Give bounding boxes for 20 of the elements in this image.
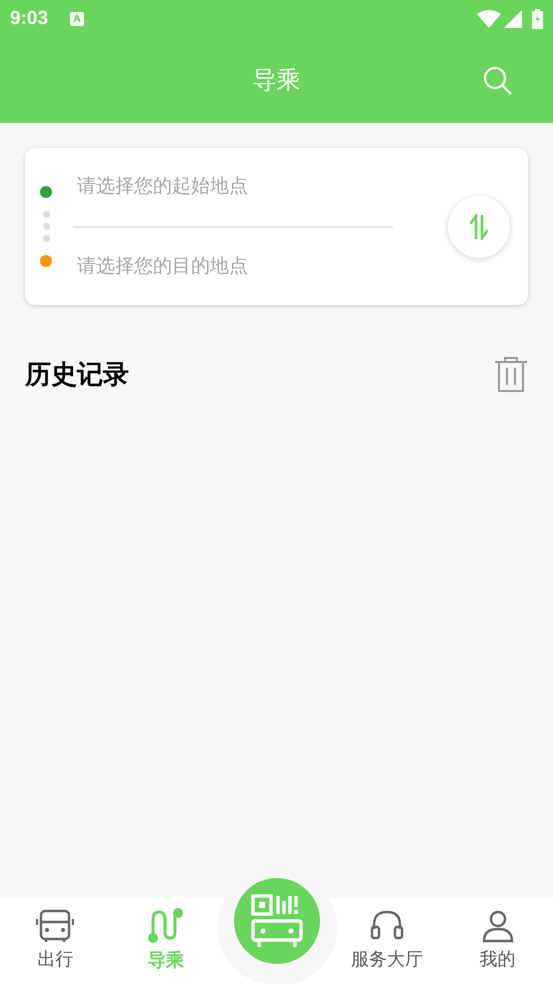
- page-title: 导乘: [252, 66, 300, 96]
- swap-icon: [470, 214, 488, 240]
- user-icon: [480, 909, 515, 943]
- clock: 9:03: [10, 6, 48, 31]
- bus-icon: [36, 909, 74, 943]
- search-icon[interactable]: [483, 66, 513, 96]
- history-title: 历史记录: [25, 358, 129, 391]
- wifi-icon: [477, 10, 501, 28]
- origin-field[interactable]: 请选择您的起始地点: [73, 168, 393, 206]
- nav-tab[interactable]: 我的: [442, 898, 553, 984]
- swap-button[interactable]: [448, 196, 510, 258]
- nav-tab[interactable]: 出行: [0, 898, 111, 984]
- destination-field[interactable]: 请选择您的目的地点: [73, 248, 393, 286]
- keyboard-notification-icon: [70, 12, 84, 26]
- signal-icon: [504, 10, 522, 28]
- nav-tab[interactable]: 服务大厅: [332, 898, 442, 984]
- battery-icon: [532, 9, 543, 29]
- qr-bus-icon: [250, 893, 304, 949]
- trash-icon[interactable]: [494, 356, 528, 392]
- route-icon: [148, 908, 184, 944]
